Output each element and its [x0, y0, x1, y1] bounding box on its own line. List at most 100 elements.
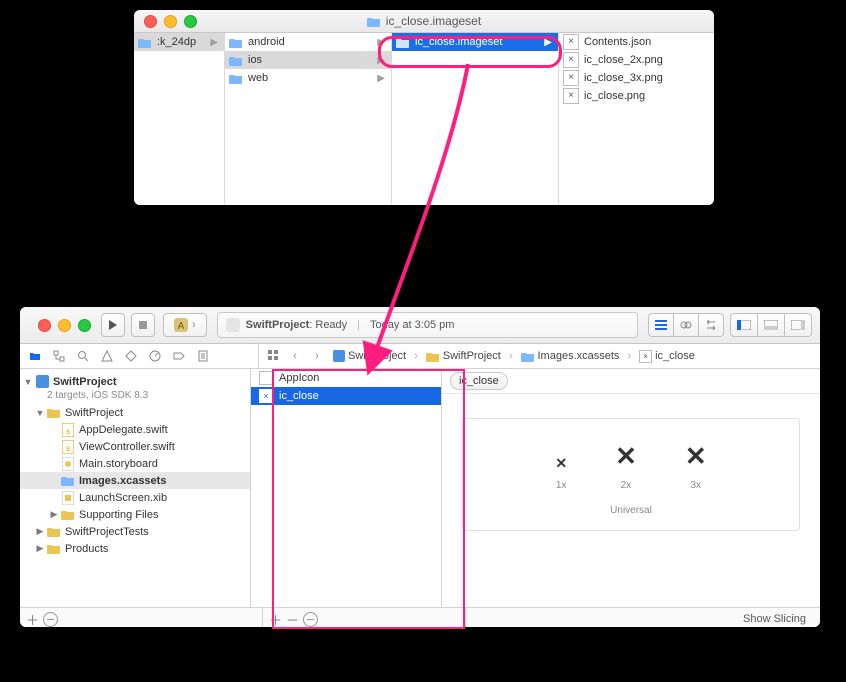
breadcrumb-item[interactable]: SwiftProject — [422, 350, 505, 362]
run-button[interactable] — [101, 313, 125, 337]
finder-item-label: ic_close.imageset — [415, 36, 539, 48]
breadcrumb-label: ic_close — [655, 350, 695, 362]
assets-icon — [60, 475, 76, 486]
forward-button[interactable]: › — [307, 350, 327, 362]
stop-icon — [138, 320, 148, 330]
tree-group[interactable]: ▶ Products — [20, 540, 250, 557]
tree-label: ViewController.swift — [79, 441, 246, 453]
disclosure-triangle-icon[interactable]: ▼ — [22, 377, 34, 387]
finder-item[interactable]: ios ▶ — [225, 51, 391, 69]
tree-file[interactable]: Images.xcassets — [20, 472, 250, 489]
finder-item[interactable]: × ic_close_2x.png — [559, 51, 714, 69]
standard-editor-button[interactable] — [648, 313, 674, 337]
breadcrumb-label: Images.xcassets — [538, 350, 620, 362]
folder-icon — [29, 350, 41, 362]
test-navigator-tab[interactable] — [120, 345, 142, 367]
related-items-button[interactable] — [263, 350, 283, 363]
xcode-toolbar: A › SwiftProject: Ready | Today at 3:05 … — [20, 307, 820, 344]
finder-title-text: ic_close.imageset — [386, 14, 481, 28]
close-window-button[interactable] — [38, 319, 51, 332]
project-icon — [333, 350, 345, 362]
filter-button[interactable] — [303, 612, 318, 627]
navigator-tabs — [20, 344, 259, 368]
status-state: Ready — [315, 319, 347, 331]
arrows-icon — [705, 320, 717, 330]
zoom-window-button[interactable] — [78, 319, 91, 332]
folder-icon — [229, 73, 243, 84]
toggle-debug-button[interactable] — [758, 313, 785, 337]
warning-icon — [101, 350, 113, 362]
remove-button[interactable]: － — [286, 610, 299, 628]
assistant-editor-button[interactable] — [674, 313, 699, 337]
disclosure-triangle-icon[interactable]: ▶ — [34, 543, 46, 554]
tree-label: SwiftProjectTests — [65, 526, 246, 538]
stop-button[interactable] — [131, 313, 155, 337]
back-button[interactable]: ‹ — [285, 350, 305, 362]
image-slot-3x[interactable]: ✕ 3x — [685, 441, 707, 491]
issue-navigator-tab[interactable] — [96, 345, 118, 367]
debug-navigator-tab[interactable] — [144, 345, 166, 367]
symbol-navigator-tab[interactable] — [48, 345, 70, 367]
finder-item[interactable]: ic_close.imageset ▶ — [392, 33, 558, 51]
folder-icon — [46, 526, 62, 537]
finder-item[interactable]: :k_24dp ▶ — [134, 33, 224, 51]
panel-bottom-icon — [764, 320, 778, 330]
panel-toggle-segment — [730, 313, 812, 337]
version-editor-button[interactable] — [699, 313, 724, 337]
breadcrumb-item[interactable]: Images.xcassets — [517, 350, 624, 362]
scheme-selector[interactable]: A › — [163, 313, 207, 337]
file-icon: × — [563, 52, 579, 68]
tree-file[interactable]: Main.storyboard — [20, 455, 250, 472]
grid-icon — [268, 350, 278, 360]
add-button[interactable]: ＋ — [26, 610, 39, 628]
finder-item[interactable]: × Contents.json — [559, 33, 714, 51]
tree-file[interactable]: LaunchScreen.xib — [20, 489, 250, 506]
image-slot-2x[interactable]: ✕ 2x — [615, 441, 637, 491]
tree-file[interactable]: s ViewController.swift — [20, 438, 250, 455]
assets-icon — [521, 351, 535, 362]
finder-item[interactable]: android ▶ — [225, 33, 391, 51]
tree-label: Products — [65, 543, 246, 555]
toggle-utilities-button[interactable] — [785, 313, 812, 337]
toggle-navigator-button[interactable] — [730, 313, 758, 337]
tree-label: SwiftProject — [53, 376, 117, 388]
rings-icon — [680, 319, 692, 331]
tree-group[interactable]: ▶ Supporting Files — [20, 506, 250, 523]
breadcrumb-item[interactable]: SwiftProject — [329, 350, 410, 362]
image-slot-1x[interactable]: ✕ 1x — [555, 455, 567, 491]
svg-text:A: A — [178, 321, 185, 332]
folder-icon — [46, 543, 62, 554]
asset-title-pill[interactable]: ic_close — [450, 372, 508, 390]
find-navigator-tab[interactable] — [72, 345, 94, 367]
tree-group[interactable]: ▶ SwiftProjectTests — [20, 523, 250, 540]
add-button[interactable]: ＋ — [269, 610, 282, 628]
finder-item[interactable]: web ▶ — [225, 69, 391, 87]
disclosure-triangle-icon[interactable]: ▼ — [34, 408, 46, 418]
tree-project-root[interactable]: ▼ SwiftProject — [20, 373, 250, 390]
folder-icon — [60, 509, 76, 520]
asset-item[interactable]: AppIcon — [251, 369, 441, 387]
report-navigator-tab[interactable] — [192, 345, 214, 367]
breakpoint-navigator-tab[interactable] — [168, 345, 190, 367]
finder-item[interactable]: × ic_close.png — [559, 87, 714, 105]
xcode-footer: ＋ ＋ － Show Slicing — [20, 607, 820, 627]
disclosure-triangle-icon[interactable]: ▶ — [48, 509, 60, 520]
asset-item[interactable]: × ic_close — [251, 387, 441, 405]
finder-item[interactable]: × ic_close_3x.png — [559, 69, 714, 87]
chevron-right-icon: ▶ — [377, 55, 385, 66]
breadcrumb-item[interactable]: × ic_close — [635, 350, 699, 363]
editor-mode-segment — [648, 313, 724, 337]
svg-text:s: s — [66, 444, 70, 453]
asset-title: ic_close — [459, 375, 499, 387]
project-navigator-tab[interactable] — [24, 345, 46, 367]
status-time: Today at 3:05 pm — [370, 319, 454, 331]
tree-file[interactable]: s AppDelegate.swift — [20, 421, 250, 438]
show-slicing-button[interactable]: Show Slicing — [743, 613, 806, 625]
filter-button[interactable] — [43, 612, 58, 627]
tree-group[interactable]: ▼ SwiftProject — [20, 404, 250, 421]
image-icon: × — [639, 350, 652, 363]
breadcrumb-label: SwiftProject — [348, 350, 406, 362]
disclosure-triangle-icon[interactable]: ▶ — [34, 526, 46, 537]
minimize-window-button[interactable] — [58, 319, 71, 332]
tree-subtitle: 2 targets, iOS SDK 8.3 — [20, 390, 250, 404]
